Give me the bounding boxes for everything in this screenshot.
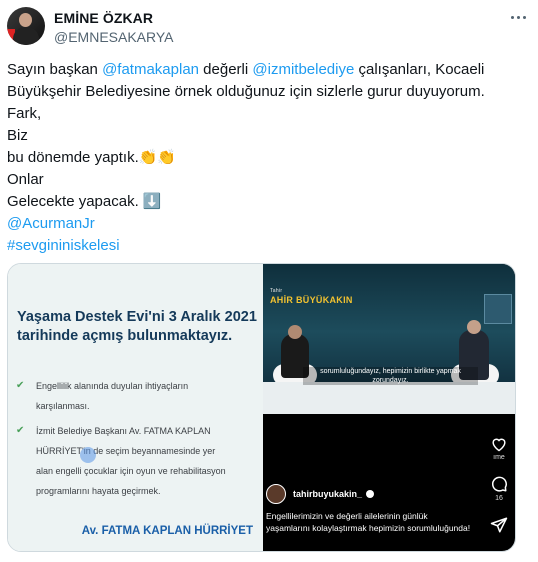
bullet-text: İzmit Belediye Başkanı Av. FATMA KAPLAN	[36, 426, 211, 436]
author-avatar[interactable]	[7, 7, 45, 45]
video-caption: sorumluluğundayız, hepimizin birlikte ya…	[303, 367, 478, 385]
graphic-headline: Yaşama Destek Evi'ni 3 Aralık 2021 tarih…	[17, 309, 257, 344]
instagram-username[interactable]: tahirbuyukakin_	[293, 489, 362, 499]
tweet-text: Sayın başkan @fatmakaplan değerli @izmit…	[7, 59, 527, 257]
check-icon: ✔	[16, 380, 25, 391]
bullet-text: alan engelli çocuklar için oyun ve rehab…	[36, 466, 226, 476]
graphic-signature: Av. FATMA KAPLAN HÜRRİYET	[81, 525, 253, 537]
mention-izmitbelediye[interactable]: @izmitbelediye	[252, 61, 354, 78]
text-span: Sayın başkan	[7, 61, 103, 78]
author-name[interactable]: EMİNE ÖZKAR	[54, 10, 153, 26]
text-span: değerli	[199, 61, 253, 78]
video-frame[interactable]: Tahir AHİR BÜYÜKAKIN sorumluluğundayız, …	[263, 264, 515, 414]
verified-icon	[366, 490, 375, 498]
info-graphic[interactable]: Yaşama Destek Evi'ni 3 Aralık 2021 tarih…	[8, 264, 263, 551]
tweet-line-3: Fark,	[7, 105, 42, 122]
like-count: ıme	[493, 454, 505, 461]
bullet-1: ✔ Engellilik alanında duyulan ihtiyaçlar…	[16, 376, 256, 416]
share-icon[interactable]	[490, 516, 508, 534]
comment-count: 16	[495, 495, 503, 502]
bullet-text: programlarını hayata geçirmek.	[36, 486, 161, 496]
stage-floor	[263, 382, 515, 414]
mention-acurmanjr[interactable]: @AcurmanJr	[7, 213, 527, 235]
stage-screen	[484, 294, 512, 324]
tweet-line-1: Sayın başkan @fatmakaplan değerli @izmit…	[7, 59, 527, 81]
bullet-text: HÜRRİYET'in de seçim beyannamesinde yer	[36, 446, 216, 456]
hashtag-sevgininiskelesi[interactable]: #sevgininiskelesi	[7, 235, 527, 257]
avatar-body	[13, 27, 39, 45]
brand-text: AHİR BÜYÜKAKIN	[270, 295, 353, 305]
tweet-header: EMİNE ÖZKAR @EMNESAKARYA	[7, 7, 528, 51]
mention-fatmakaplan[interactable]: @fatmakaplan	[102, 61, 199, 78]
bullet-2: ✔ İzmit Belediye Başkanı Av. FATMA KAPLA…	[16, 421, 256, 501]
comment-icon[interactable]	[490, 475, 508, 493]
tweet-line-5: bu dönemde yaptık.👏👏	[7, 149, 177, 166]
instagram-user[interactable]: tahirbuyukakin_	[266, 483, 375, 505]
bullet-text: karşılanması.	[36, 401, 90, 411]
tweet-line-7: Gelecekte yapacak. ⬇️	[7, 193, 162, 210]
brand-small: Tahir	[270, 288, 283, 294]
tweet-media[interactable]: Yaşama Destek Evi'ni 3 Aralık 2021 tarih…	[7, 263, 516, 552]
instagram-caption: Engellilerimizin ve değerli ailelerinin …	[266, 511, 471, 533]
touch-indicator	[80, 447, 96, 463]
heart-icon[interactable]	[490, 436, 508, 452]
tweet-line-4: Biz	[7, 127, 28, 144]
avatar-face	[19, 13, 32, 27]
event-brand: Tahir AHİR BÜYÜKAKIN	[270, 288, 353, 305]
check-icon: ✔	[16, 425, 25, 436]
text-span: çalışanları, Kocaeli	[354, 61, 485, 78]
tweet-line-6: Onlar	[7, 171, 44, 188]
bullet-text: Engellilik alanında duyulan ihtiyaçların	[36, 381, 189, 391]
more-options-icon[interactable]	[508, 10, 528, 24]
user-avatar[interactable]	[266, 484, 286, 504]
video-screenshot[interactable]: Tahir AHİR BÜYÜKAKIN sorumluluğundayız, …	[263, 264, 515, 551]
tweet-line-2: Büyükşehir Belediyesine örnek olduğunuz …	[7, 83, 485, 100]
author-handle[interactable]: @EMNESAKARYA	[54, 29, 174, 45]
instagram-actions: ıme 16	[487, 436, 511, 534]
